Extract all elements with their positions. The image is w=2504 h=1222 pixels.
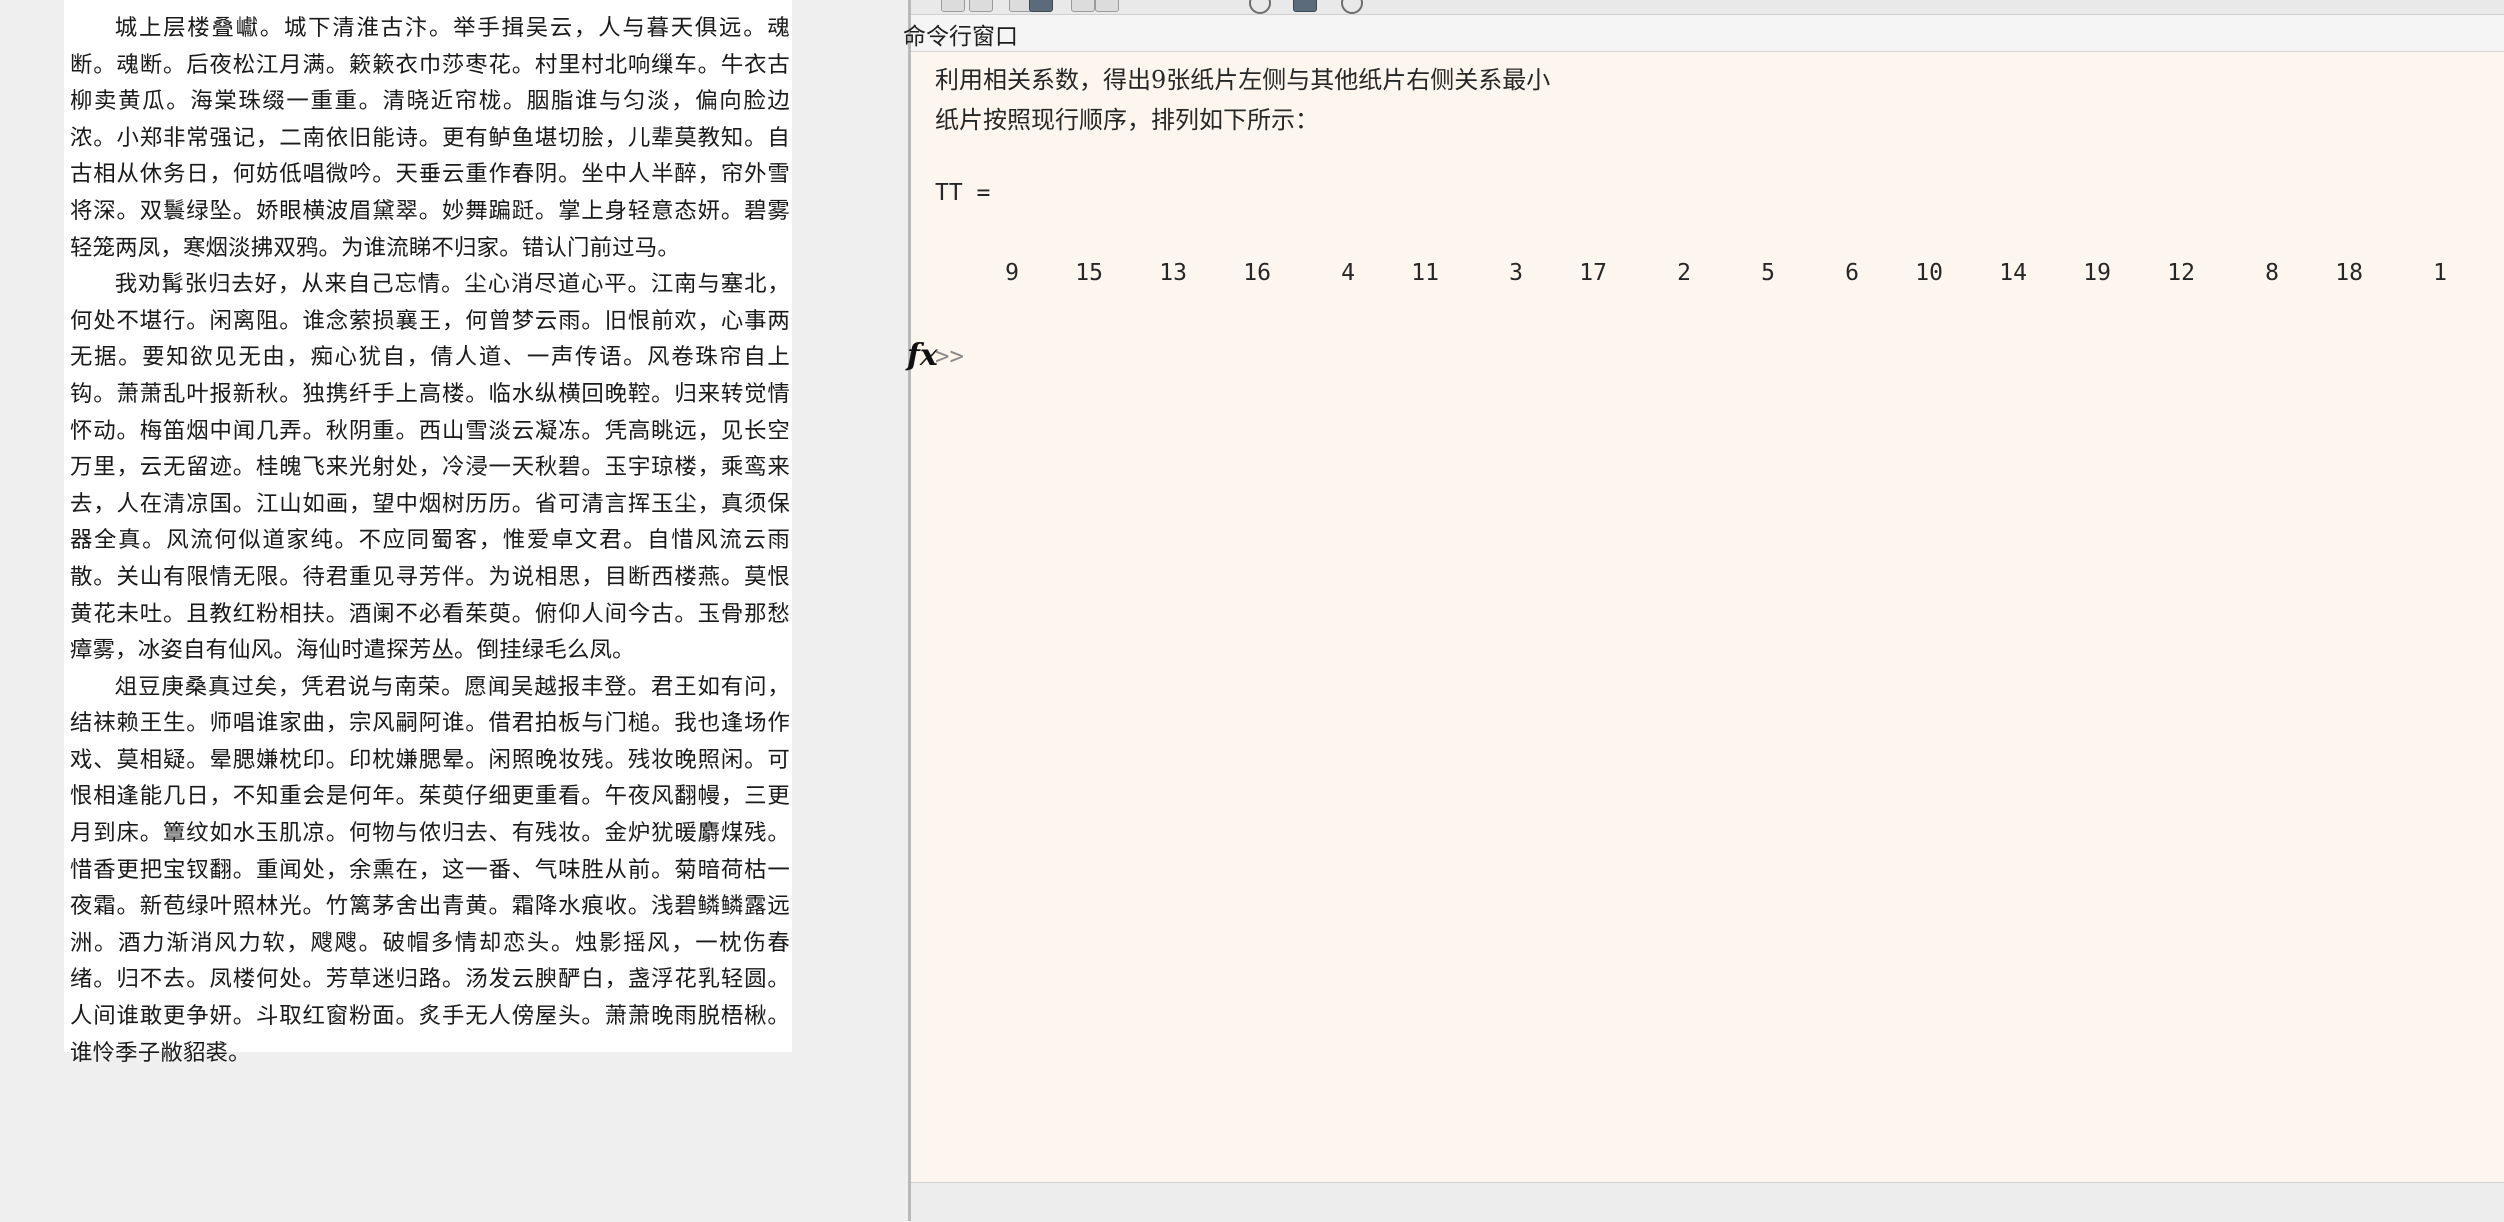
result-value: 13: [1159, 260, 1187, 286]
open-icon[interactable]: [969, 0, 993, 12]
status-bar: [911, 1182, 2504, 1222]
result-value: 15: [1075, 260, 1103, 286]
result-value: 5: [1761, 260, 1775, 286]
result-value: 19: [2083, 260, 2111, 286]
result-value: 2: [1677, 260, 1691, 286]
prompt-row[interactable]: fx >>: [907, 338, 1311, 378]
output-line: 利用相关系数，得出9张纸片左侧与其他纸片右侧关系最小: [935, 66, 1551, 94]
result-value: 16: [1243, 260, 1271, 286]
workspace-icon[interactable]: [1293, 0, 1317, 12]
redo-icon[interactable]: [1095, 0, 1119, 12]
paste-icon[interactable]: [1029, 0, 1053, 12]
toolbar: [911, 0, 2504, 15]
help-icon[interactable]: [1341, 0, 1363, 14]
undo-icon[interactable]: [1071, 0, 1095, 12]
new-file-icon[interactable]: [941, 0, 965, 12]
variable-label: TT =: [935, 180, 991, 206]
result-value: 10: [1915, 260, 1943, 286]
result-value: 9: [1005, 260, 1019, 286]
result-value: 4: [1341, 260, 1355, 286]
result-row: 9 15 13 16 4 11 3 17 2 5 6 10 14 19 12 8…: [911, 260, 2504, 294]
result-value: 3: [1509, 260, 1523, 286]
document-paragraph: 城上层楼叠巘。城下清淮古汴。举手揖吴云，人与暮天俱远。魂断。魂断。后夜松江月满。…: [70, 15, 790, 261]
document-paragraph: 我劝髯张归去好，从来自己忘情。尘心消尽道心平。江南与塞北，何处不堪行。闲离阻。谁…: [70, 271, 790, 664]
command-window-body[interactable]: 利用相关系数，得出9张纸片左侧与其他纸片右侧关系最小 纸片按照现行顺序，排列如下…: [907, 52, 2504, 1182]
fx-icon[interactable]: fx: [907, 338, 938, 373]
result-value: 12: [2167, 260, 2195, 286]
document-paragraph: 俎豆庚桑真过矣，凭君说与南荣。愿闻吴越报丰登。君王如有问，结袜赖王生。师唱谁家曲…: [70, 673, 790, 1066]
result-value: 17: [1579, 260, 1607, 286]
command-prompt[interactable]: >>: [935, 342, 964, 370]
command-window-pane: 命令行窗口 利用相关系数，得出9张纸片左侧与其他纸片右侧关系最小 纸片按照现行顺…: [903, 0, 2504, 1222]
result-value: 6: [1845, 260, 1859, 286]
result-value: 1: [2433, 260, 2447, 286]
document-text: 城上层楼叠巘。城下清淮古汴。举手揖吴云，人与暮天俱远。魂断。魂断。后夜松江月满。…: [70, 10, 790, 1071]
result-value: 8: [2265, 260, 2279, 286]
command-window-title: 命令行窗口: [903, 24, 1018, 50]
find-icon[interactable]: [1249, 0, 1271, 14]
command-window-titlebar: 命令行窗口: [903, 15, 2504, 52]
result-value: 18: [2335, 260, 2363, 286]
document-viewer-pane[interactable]: 城上层楼叠巘。城下清淮古汴。举手揖吴云，人与暮天俱远。魂断。魂断。后夜松江月满。…: [0, 0, 910, 1221]
result-value: 14: [1999, 260, 2027, 286]
output-line: 纸片按照现行顺序，排列如下所示：: [935, 106, 1319, 134]
document-page: 城上层楼叠巘。城下清淮古汴。举手揖吴云，人与暮天俱远。魂断。魂断。后夜松江月满。…: [64, 0, 792, 1066]
result-value: 11: [1411, 260, 1439, 286]
